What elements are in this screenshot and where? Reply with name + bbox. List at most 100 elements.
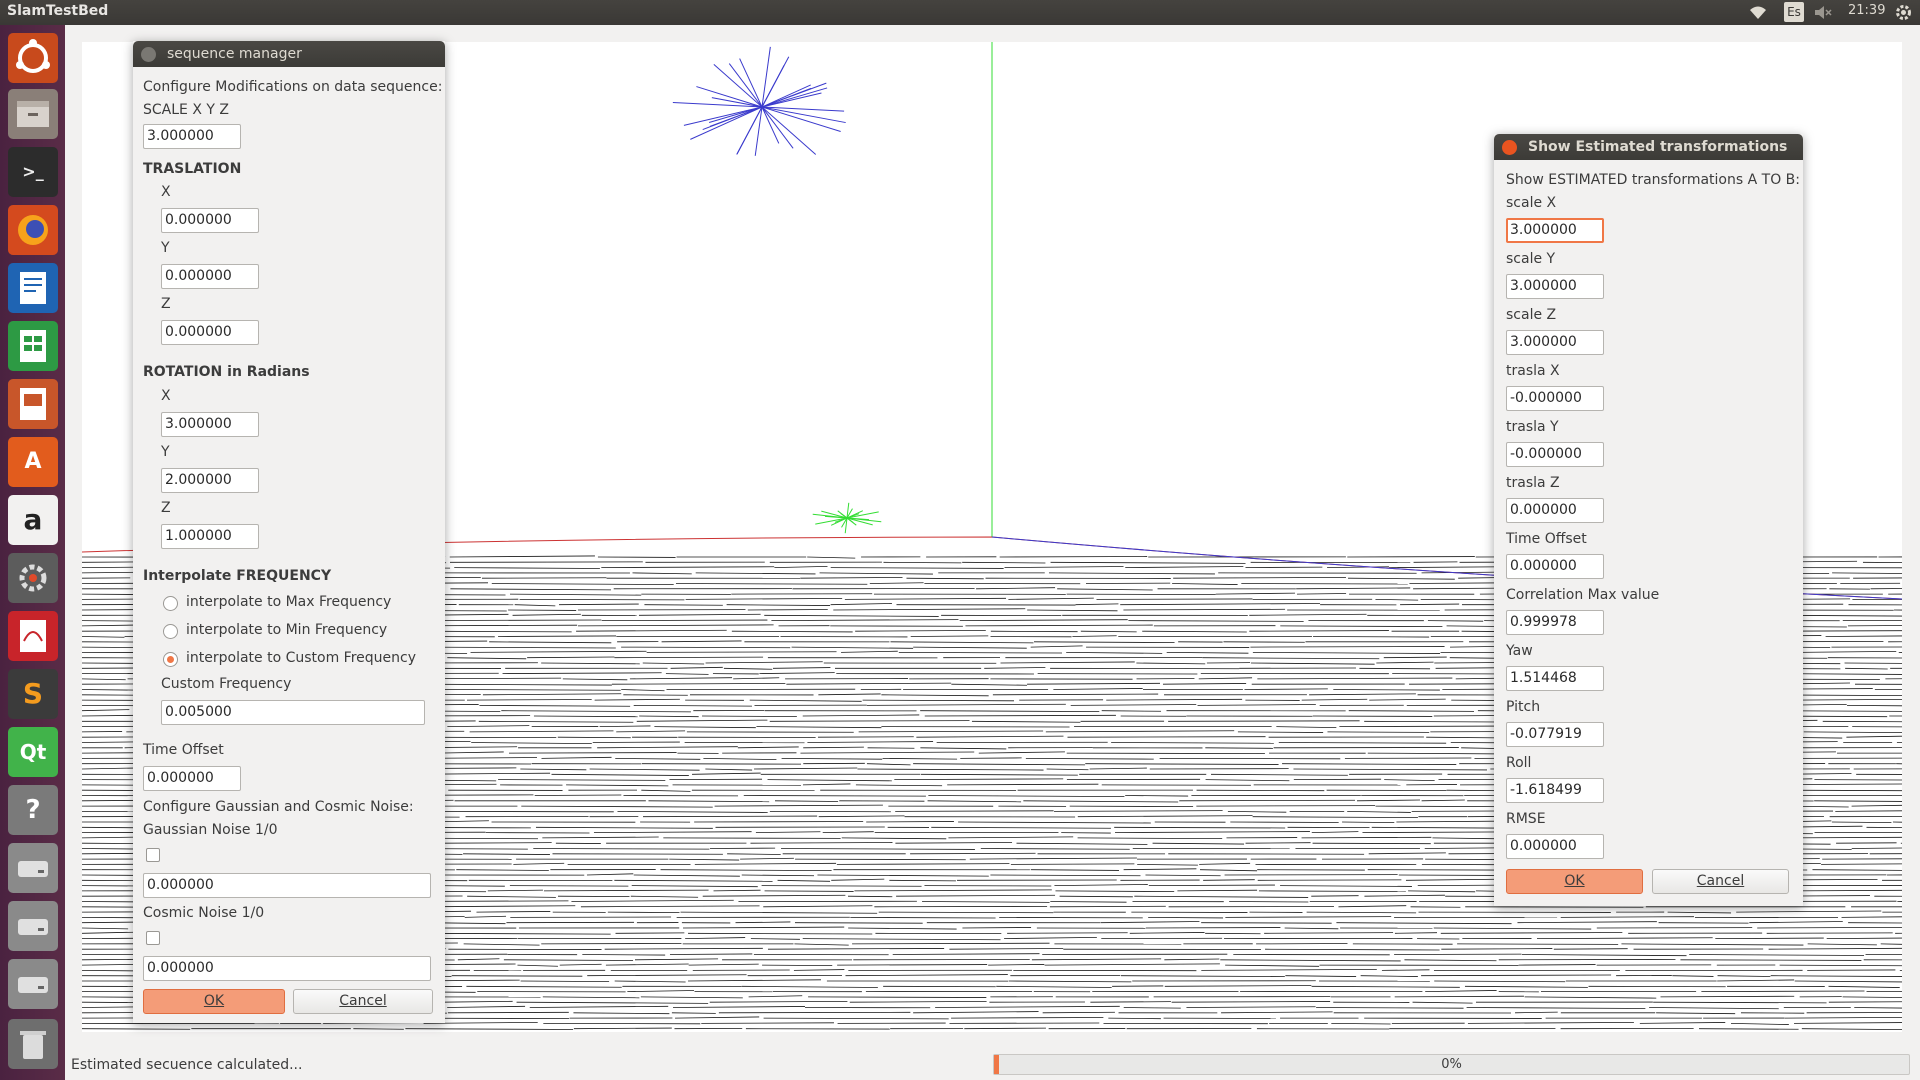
estimated-field-input[interactable]: 3.000000	[1506, 218, 1604, 243]
impress-icon[interactable]	[8, 379, 58, 429]
trajectory-line	[627, 990, 695, 992]
close-icon[interactable]	[1502, 140, 1517, 155]
radio-custom-frequency[interactable]	[163, 652, 178, 667]
trajectory-line	[1123, 608, 1286, 611]
trans-y-input[interactable]: 0.000000	[161, 264, 259, 289]
keyboard-layout-indicator[interactable]: Es	[1784, 2, 1804, 22]
disk-drive-icon[interactable]	[8, 959, 58, 1009]
estimated-field-input[interactable]: 0.000000	[1506, 554, 1604, 579]
document-viewer-icon[interactable]	[8, 611, 58, 661]
trajectory-line	[454, 567, 600, 569]
close-icon[interactable]	[141, 47, 156, 62]
trajectory-line	[447, 725, 530, 727]
trajectory-line	[1897, 901, 1902, 902]
trajectory-line	[82, 1028, 191, 1030]
volume-muted-icon[interactable]	[1813, 5, 1833, 20]
trajectory-line	[927, 800, 1022, 803]
cancel-button[interactable]: Cancel	[1652, 869, 1789, 894]
ok-button[interactable]: OK	[143, 989, 285, 1014]
radio-min-frequency[interactable]	[163, 624, 178, 639]
trajectory-line	[1016, 842, 1148, 845]
time-offset-input[interactable]: 0.000000	[143, 766, 241, 791]
trajectory-line	[1048, 572, 1215, 575]
firefox-icon[interactable]	[8, 205, 58, 255]
cosmic-noise-checkbox[interactable]	[146, 931, 160, 945]
ubuntu-dash-icon[interactable]	[8, 33, 58, 83]
trajectory-line	[1404, 959, 1497, 962]
estimated-field-input[interactable]: -0.000000	[1506, 386, 1604, 411]
estimated-field-input[interactable]: 0.999978	[1506, 610, 1604, 635]
dialog-titlebar[interactable]: sequence manager	[133, 41, 445, 67]
files-icon[interactable]	[8, 89, 58, 139]
gear-icon[interactable]	[1895, 4, 1912, 21]
qt-creator-icon[interactable]: Qt	[8, 727, 58, 777]
estimated-field-input[interactable]: -0.000000	[1506, 442, 1604, 467]
trajectory-line	[1080, 630, 1137, 633]
disk-drive-icon[interactable]	[8, 901, 58, 951]
estimated-field-input[interactable]: 1.514468	[1506, 666, 1604, 691]
trajectory-line	[1432, 837, 1501, 840]
trajectory-line	[1621, 943, 1804, 946]
rot-x-input[interactable]: 3.000000	[161, 412, 259, 437]
trajectory-line	[1866, 826, 1902, 829]
software-center-icon[interactable]: A	[8, 437, 58, 487]
gaussian-noise-checkbox[interactable]	[146, 848, 160, 862]
trans-y-label: Y	[161, 240, 170, 256]
radio-max-label[interactable]: interpolate to Max Frequency	[186, 594, 391, 610]
trajectory-line	[910, 635, 989, 637]
clock[interactable]: 21:39	[1848, 3, 1885, 18]
cancel-button[interactable]: Cancel	[293, 989, 433, 1014]
terminal-icon[interactable]: >_	[8, 147, 58, 197]
disk-drive-icon[interactable]	[8, 843, 58, 893]
trajectory-line	[878, 911, 1054, 914]
rot-z-input[interactable]: 1.000000	[161, 524, 259, 549]
status-message: Estimated secuence calculated...	[71, 1057, 303, 1073]
cosmic-noise-input[interactable]: 0.000000	[143, 956, 431, 981]
trajectory-line	[1831, 821, 1892, 824]
gaussian-noise-input[interactable]: 0.000000	[143, 873, 431, 898]
rot-y-input[interactable]: 2.000000	[161, 468, 259, 493]
radio-custom-label[interactable]: interpolate to Custom Frequency	[186, 650, 416, 666]
trajectory-line	[1672, 975, 1714, 977]
dialog-titlebar[interactable]: Show Estimated transformations	[1494, 134, 1803, 160]
custom-frequency-input[interactable]: 0.005000	[161, 700, 425, 725]
trajectory-line	[1186, 1006, 1316, 1008]
trajectory-line	[615, 758, 701, 760]
trajectory-line	[669, 858, 740, 861]
trajectory-line	[1316, 1007, 1464, 1009]
sublime-text-icon[interactable]: S	[8, 669, 58, 719]
trajectory-line	[599, 725, 651, 727]
radio-max-frequency[interactable]	[163, 596, 178, 611]
trajectory-line	[463, 943, 540, 946]
amazon-icon[interactable]: a	[8, 495, 58, 545]
system-settings-icon[interactable]	[8, 553, 58, 603]
trajectory-line	[727, 853, 781, 855]
noise-header-label: Configure Gaussian and Cosmic Noise:	[143, 799, 414, 815]
ok-button[interactable]: OK	[1506, 869, 1643, 894]
estimated-field-input[interactable]: 3.000000	[1506, 274, 1604, 299]
trajectory-line	[1467, 1021, 1634, 1024]
estimated-field-input[interactable]: -1.618499	[1506, 778, 1604, 803]
trans-z-input[interactable]: 0.000000	[161, 320, 259, 345]
scale-input[interactable]: 3.000000	[143, 124, 241, 149]
calc-icon[interactable]	[8, 321, 58, 371]
trajectory-line	[516, 1001, 709, 1004]
trajectory-line	[1560, 916, 1694, 918]
estimated-field-input[interactable]: 0.000000	[1506, 498, 1604, 523]
trajectory-line	[920, 747, 1007, 750]
trajectory-line	[1828, 985, 1900, 988]
trajectory-line	[631, 885, 758, 888]
trajectory-line	[1701, 990, 1865, 992]
wifi-icon[interactable]	[1748, 5, 1768, 20]
trans-x-input[interactable]: 0.000000	[161, 208, 259, 233]
estimated-field-input[interactable]: -0.077919	[1506, 722, 1604, 747]
writer-icon[interactable]	[8, 263, 58, 313]
trajectory-line	[1313, 636, 1430, 638]
radio-min-label[interactable]: interpolate to Min Frequency	[186, 622, 387, 638]
trash-icon[interactable]	[8, 1019, 58, 1069]
estimated-field-input[interactable]: 3.000000	[1506, 330, 1604, 355]
trajectory-line	[1129, 932, 1205, 934]
estimated-field-input[interactable]: 0.000000	[1506, 834, 1604, 859]
help-icon[interactable]: ?	[8, 785, 58, 835]
trajectory-line	[701, 1022, 834, 1024]
